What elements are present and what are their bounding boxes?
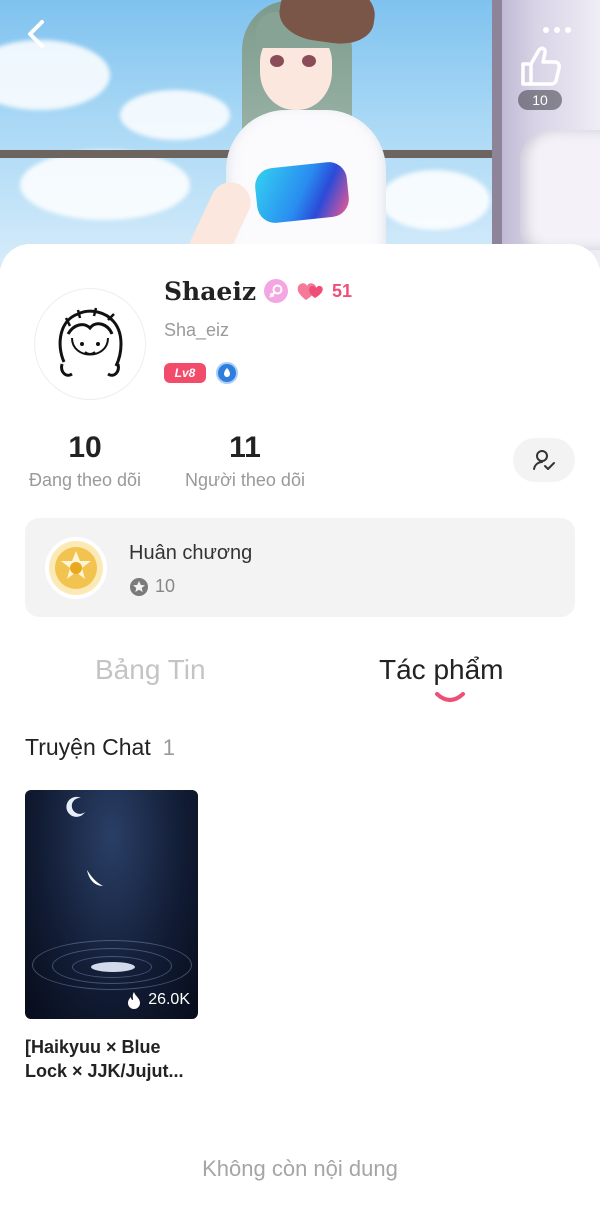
profile-banner: 10 <box>0 0 600 268</box>
thumbs-up-icon <box>521 46 561 86</box>
follow-status-button[interactable] <box>513 438 575 482</box>
medals-count-row: 10 <box>129 576 175 597</box>
medals-panel[interactable]: Huân chương 10 <box>25 518 575 617</box>
name-row: Shaeiz 51 <box>164 276 352 306</box>
following-label: Đang theo dõi <box>28 470 142 490</box>
section-title: Truyện Chat <box>25 734 151 760</box>
story-title: [Haikyuu × Blue Lock × JJK/Jujut... <box>25 1037 184 1081</box>
dot-icon <box>543 27 549 33</box>
heart-badge[interactable]: 51 <box>296 280 352 302</box>
moon-icon <box>66 796 85 817</box>
level-badge[interactable]: Lv8 <box>164 363 206 383</box>
followers-stat[interactable]: 11 Người theo dõi <box>180 430 310 491</box>
pillow <box>520 130 600 250</box>
like-button[interactable]: 10 <box>514 44 566 116</box>
tab-feed[interactable]: Bảng Tin <box>95 654 206 686</box>
active-tab-indicator <box>435 692 465 702</box>
medal-icon <box>45 537 107 599</box>
window-post <box>492 0 502 268</box>
shield-badge-icon[interactable] <box>216 362 238 384</box>
username: Sha_eiz <box>164 320 230 340</box>
story-card[interactable]: 26.0K [Haikyuu × Blue Lock × JJK/Jujut..… <box>25 790 198 1083</box>
following-count: 10 <box>68 431 102 464</box>
profile-card: Shaeiz 51 Sha_eiz Lv8 10 Đang theo dõi 1… <box>0 244 600 1210</box>
section-count: 1 <box>162 735 175 760</box>
display-name: Shaeiz <box>164 276 257 306</box>
chevron-left-icon <box>28 20 44 48</box>
medals-count: 10 <box>155 576 176 596</box>
back-button[interactable] <box>18 16 54 52</box>
tab-works[interactable]: Tác phẩm <box>379 654 504 686</box>
user-check-icon <box>533 450 555 470</box>
floating-feather <box>91 962 135 972</box>
dot-icon <box>565 27 571 33</box>
cloud <box>20 150 190 220</box>
avatar-character <box>182 0 400 268</box>
followers-count: 11 <box>229 431 261 464</box>
flame-icon <box>128 992 141 1009</box>
cloud <box>0 40 110 110</box>
dot-icon <box>554 27 560 33</box>
more-options-button[interactable] <box>536 18 578 42</box>
end-of-content-text: Không còn nội dung <box>202 1156 398 1181</box>
avatar-sketch <box>58 307 123 377</box>
hearts-icon <box>297 283 323 300</box>
feather-icon <box>87 870 103 886</box>
like-count: 10 <box>518 90 562 110</box>
views-count: 26.0K <box>148 991 190 1008</box>
followers-label: Người theo dõi <box>185 470 305 490</box>
avatar[interactable] <box>34 288 146 400</box>
story-cover: 26.0K <box>25 790 198 1019</box>
medals-title: Huân chương <box>129 542 253 564</box>
views-badge: 26.0K <box>126 991 190 1009</box>
heart-count: 51 <box>332 280 353 301</box>
following-stat[interactable]: 10 Đang theo dõi <box>25 430 145 491</box>
female-icon <box>264 279 289 303</box>
star-coin-icon <box>130 577 148 596</box>
section-header: Truyện Chat 1 <box>25 734 175 761</box>
badge-row: Lv8 <box>164 362 238 384</box>
